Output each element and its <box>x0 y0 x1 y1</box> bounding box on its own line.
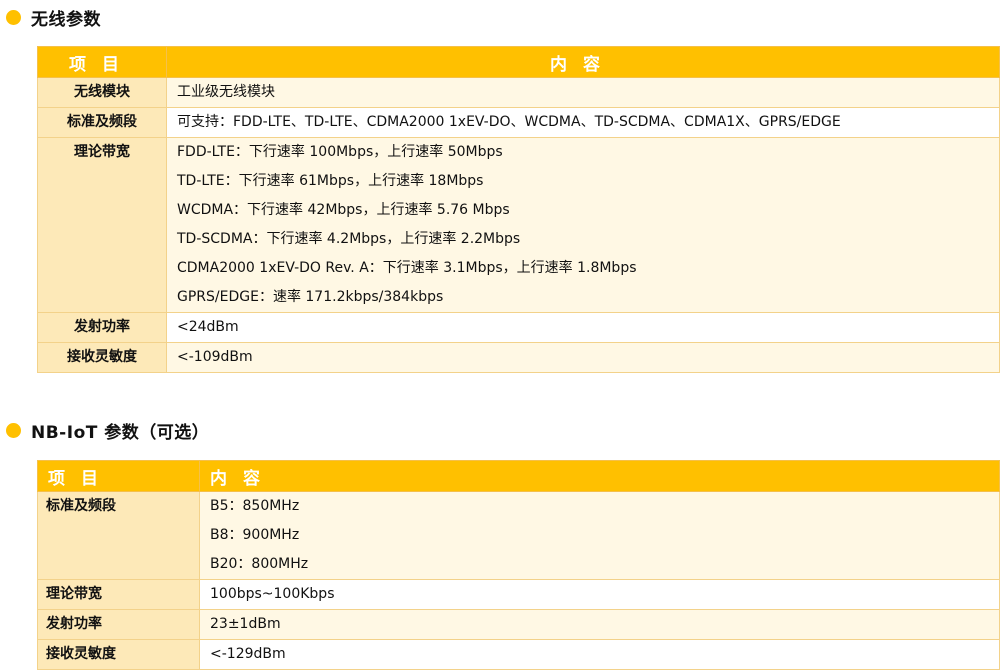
table-row: 发射功率 <24dBm <box>37 312 1000 343</box>
value-line: WCDMA：下行速率 42Mbps，上行速率 5.76 Mbps <box>177 202 510 218</box>
table-row: 接收灵敏度 <-129dBm <box>37 639 1000 670</box>
value-line: B5：850MHz <box>210 498 300 514</box>
header-content: 内容 <box>166 46 1000 78</box>
table-row: 理论带宽 FDD-LTE：下行速率 100Mbps，上行速率 50Mbps TD… <box>37 137 1000 313</box>
nbiot-params-table: 项目 内容 标准及频段 B5：850MHz B8：900MHz B20：800M… <box>37 460 1000 670</box>
table-header-row: 项目 内容 <box>37 46 1000 78</box>
row-label: 发射功率 <box>37 609 200 640</box>
row-value: 100bps~100Kbps <box>199 579 1000 610</box>
row-value: 23±1dBm <box>199 609 1000 640</box>
row-value-text: 可支持：FDD-LTE、TD-LTE、CDMA2000 1xEV-DO、WCDM… <box>177 114 841 130</box>
table-row: 无线模块 工业级无线模块 <box>37 77 1000 108</box>
row-label: 发射功率 <box>37 312 167 343</box>
row-label: 接收灵敏度 <box>37 639 200 670</box>
table-row: 理论带宽 100bps~100Kbps <box>37 579 1000 610</box>
wireless-params-table: 项目 内容 无线模块 工业级无线模块 标准及频段 可支持：FDD-LTE、TD-… <box>37 46 1000 373</box>
bullet-dot-icon <box>6 422 21 438</box>
value-line: CDMA2000 1xEV-DO Rev. A：下行速率 3.1Mbps，上行速… <box>177 260 637 276</box>
value-line: TD-LTE：下行速率 61Mbps，上行速率 18Mbps <box>177 173 484 189</box>
row-label: 理论带宽 <box>37 579 200 610</box>
row-label: 接收灵敏度 <box>37 342 167 373</box>
table-row: 标准及频段 B5：850MHz B8：900MHz B20：800MHz <box>37 491 1000 580</box>
value-line: TD-SCDMA：下行速率 4.2Mbps，上行速率 2.2Mbps <box>177 231 521 247</box>
table-header-row: 项目 内容 <box>37 460 1000 492</box>
value-line: GPRS/EDGE：速率 171.2kbps/384kbps <box>177 289 444 305</box>
row-value: <-129dBm <box>199 639 1000 670</box>
row-label: 标准及频段 <box>37 491 200 580</box>
bullet-dot-icon <box>6 9 21 25</box>
row-label: 标准及频段 <box>37 107 167 138</box>
section-title-nbiot: NB-IoT 参数（可选） <box>0 415 209 445</box>
row-value-multiline: FDD-LTE：下行速率 100Mbps，上行速率 50Mbps TD-LTE：… <box>166 137 1000 313</box>
value-line: FDD-LTE：下行速率 100Mbps，上行速率 50Mbps <box>177 144 503 160</box>
table-row: 接收灵敏度 <-109dBm <box>37 342 1000 373</box>
row-value: <-109dBm <box>166 342 1000 373</box>
row-value: <24dBm <box>166 312 1000 343</box>
table-row: 标准及频段 可支持：FDD-LTE、TD-LTE、CDMA2000 1xEV-D… <box>37 107 1000 138</box>
section-title-text: NB-IoT 参数（可选） <box>31 422 210 443</box>
section-title-wireless: 无线参数 <box>0 2 101 32</box>
row-value: 工业级无线模块 <box>166 77 1000 108</box>
row-value-multiline: B5：850MHz B8：900MHz B20：800MHz <box>199 491 1000 580</box>
header-item: 项目 <box>37 46 167 78</box>
header-item: 项目 <box>37 460 200 492</box>
row-value: 可支持：FDD-LTE、TD-LTE、CDMA2000 1xEV-DO、WCDM… <box>166 107 1000 138</box>
row-label: 无线模块 <box>37 77 167 108</box>
table-row: 发射功率 23±1dBm <box>37 609 1000 640</box>
section-title-text: 无线参数 <box>31 9 101 30</box>
header-content: 内容 <box>199 460 1000 492</box>
value-line: B8：900MHz <box>210 527 300 543</box>
row-label: 理论带宽 <box>37 137 167 313</box>
value-line: B20：800MHz <box>210 556 309 572</box>
